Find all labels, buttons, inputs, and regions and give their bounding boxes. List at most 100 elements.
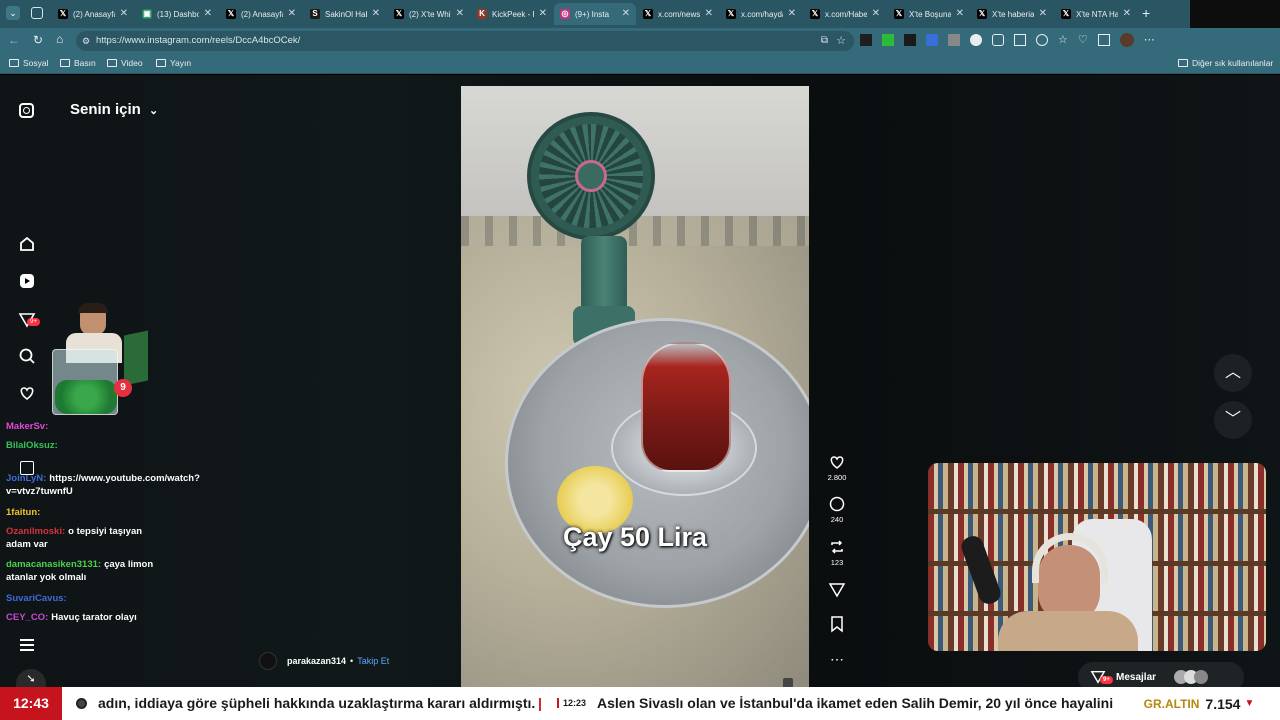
browser-tab[interactable]: S SakinOl Haber ✕ xyxy=(304,3,386,25)
profile-avatar[interactable] xyxy=(1119,33,1134,47)
chat-username[interactable]: CEY_CO: xyxy=(6,612,48,623)
menu-hamburger-icon[interactable] xyxy=(20,639,34,651)
chat-username[interactable]: Ozanilmoski: xyxy=(6,526,65,537)
chat-username[interactable]: 1faitun: xyxy=(6,507,40,518)
close-tab-icon[interactable]: ✕ xyxy=(622,8,630,19)
browser-tab[interactable]: 𝕏x.com/Haber ✕ xyxy=(804,3,886,25)
bookmark-folder-basin[interactable]: Basın xyxy=(60,58,96,68)
folder-icon xyxy=(107,59,117,67)
close-tab-icon[interactable]: ✕ xyxy=(288,8,296,19)
sidebar-toggle-icon[interactable] xyxy=(1014,34,1026,46)
site-info-icon[interactable]: ⚙ xyxy=(82,31,90,51)
search-icon[interactable] xyxy=(18,347,36,365)
bookmark-folder-video[interactable]: Video xyxy=(107,58,143,68)
more-menu-icon[interactable]: ⋯ xyxy=(1144,34,1155,47)
browser-tab[interactable]: 𝕏 (2) Anasayfa ✕ xyxy=(52,3,134,25)
author-row: parakazan314 • Takip Et xyxy=(259,652,389,670)
browser-tab[interactable]: ▣ (13) Dashboard ✕ xyxy=(136,3,218,25)
chevron-down-icon: ﹀ xyxy=(1224,411,1241,428)
extension-icons[interactable]: ☆ ♡ ⋯ xyxy=(860,33,1155,47)
more-options-button[interactable]: ⋯ xyxy=(826,651,848,668)
x-logo-icon: 𝕏 xyxy=(394,9,404,19)
repost-button[interactable]: 123 xyxy=(826,538,848,567)
extension-1-icon[interactable] xyxy=(860,34,872,46)
browser-tab[interactable]: 𝕏 (2) Anasayfa ✕ xyxy=(220,3,302,25)
notifications-heart-icon[interactable] xyxy=(18,384,36,402)
new-tab-button[interactable]: + xyxy=(1142,5,1150,21)
browser-address-bar: ← ↻ ⌂ ⚙ https://www.instagram.com/reels/… xyxy=(0,28,1280,54)
chat-username[interactable]: SuvariCavus: xyxy=(6,593,67,604)
home-button-icon[interactable]: ⌂ xyxy=(56,32,63,46)
like-button[interactable]: 2.800 xyxy=(826,453,848,482)
performance-icon[interactable] xyxy=(1036,34,1048,46)
folder-icon xyxy=(1178,59,1188,67)
instagram-logo-icon[interactable] xyxy=(19,103,34,118)
close-tab-icon[interactable]: ✕ xyxy=(872,8,880,19)
close-tab-icon[interactable]: ✕ xyxy=(120,8,128,19)
x-logo-icon: 𝕏 xyxy=(226,9,236,19)
next-reel-button[interactable]: ﹀ xyxy=(1214,401,1252,439)
direct-messages-icon[interactable]: 9+ xyxy=(18,311,40,329)
extension-6-icon[interactable] xyxy=(970,34,982,46)
comment-button[interactable]: 240 xyxy=(826,495,848,524)
extension-3-icon[interactable] xyxy=(904,34,916,46)
close-tab-icon[interactable]: ✕ xyxy=(705,8,713,19)
tea-glass xyxy=(641,342,731,472)
stats-icon[interactable] xyxy=(20,461,34,475)
previous-reel-button[interactable]: ︿ xyxy=(1214,354,1252,392)
author-name[interactable]: parakazan314 xyxy=(287,656,346,666)
close-tab-icon[interactable]: ✕ xyxy=(539,8,547,19)
chat-username[interactable]: BilalOksuz: xyxy=(6,440,58,451)
close-tab-icon[interactable]: ✕ xyxy=(956,8,964,19)
extension-2-icon[interactable] xyxy=(882,34,894,46)
chat-username[interactable]: MakerSv: xyxy=(6,421,48,432)
ticker-clock: 12:43 xyxy=(0,687,62,720)
extensions-puzzle-icon[interactable] xyxy=(992,34,1004,46)
gold-label: GR.ALTIN xyxy=(1143,696,1200,711)
follow-button[interactable]: Takip Et xyxy=(357,656,389,666)
browser-tab[interactable]: 𝕏 X'te NTA Hab ✕ xyxy=(1055,3,1137,25)
browser-tab[interactable]: 𝕏 X'te Boşuna ✕ xyxy=(888,3,970,25)
bookmark-folder-yayin[interactable]: Yayın xyxy=(156,58,191,68)
url-input[interactable]: ⚙ https://www.instagram.com/reels/DccA4b… xyxy=(76,31,854,51)
close-tab-icon[interactable]: ✕ xyxy=(456,8,464,19)
close-tab-icon[interactable]: ✕ xyxy=(788,8,796,19)
webcam-overlay xyxy=(928,463,1266,651)
message-avatars xyxy=(1174,670,1209,684)
author-avatar[interactable] xyxy=(259,652,277,670)
bookmark-folder-sosyal[interactable]: Sosyal xyxy=(9,58,49,68)
tab-actions-icon[interactable]: ⌄ xyxy=(6,6,20,20)
workspaces-icon[interactable] xyxy=(31,7,43,19)
reels-icon[interactable] xyxy=(18,272,36,290)
refresh-button-icon[interactable]: ↻ xyxy=(33,33,43,47)
browser-tab[interactable]: K KickPeek - R ✕ xyxy=(471,3,553,25)
tab-title: (2) Anasayfa xyxy=(73,9,115,19)
feed-title-dropdown[interactable]: Senin için ⌄ xyxy=(70,101,158,118)
home-icon[interactable] xyxy=(18,235,36,253)
close-tab-icon[interactable]: ✕ xyxy=(1039,8,1047,19)
browser-tab[interactable]: 𝕏x.com/hayda ✕ xyxy=(720,3,802,25)
close-tab-icon[interactable]: ✕ xyxy=(204,8,212,19)
share-button[interactable] xyxy=(826,581,848,601)
browser-tab[interactable]: 𝕏x.com/news ✕ xyxy=(637,3,719,25)
browser-tab[interactable]: 𝕏 X'te haberia ✕ xyxy=(971,3,1053,25)
copilot-icon[interactable]: ♡ xyxy=(1078,34,1088,47)
extension-5-icon[interactable] xyxy=(948,34,960,46)
reel-video[interactable]: Çay 50 Lira xyxy=(461,86,809,687)
favorites-icon[interactable]: ☆ xyxy=(1058,34,1068,47)
repost-count: 123 xyxy=(830,558,844,567)
mute-icon[interactable] xyxy=(783,678,793,687)
screenshot-icon[interactable] xyxy=(1097,34,1110,46)
browser-tab[interactable]: ◎ (9+) Insta ✕ xyxy=(554,3,636,25)
instagram-reels-page: Senin için ⌄ 9+ 9 MakerSv: BilalOksuz: Joi… xyxy=(0,75,1280,692)
extension-4-icon[interactable] xyxy=(926,34,938,46)
save-button[interactable] xyxy=(826,615,848,635)
back-button-icon[interactable]: ← xyxy=(8,33,20,47)
bookmark-folder-other[interactable]: Diğer sık kullanılanlar xyxy=(1178,58,1273,68)
close-tab-icon[interactable]: ✕ xyxy=(1123,8,1131,19)
split-screen-icon[interactable]: ⧉ xyxy=(821,31,828,51)
chat-username[interactable]: damacanasiken3131: xyxy=(6,559,101,570)
browser-tab[interactable]: 𝕏 (2) X'te Whis ✕ xyxy=(388,3,470,25)
close-tab-icon[interactable]: ✕ xyxy=(372,8,380,19)
favorite-star-icon[interactable]: ☆ xyxy=(836,31,846,51)
